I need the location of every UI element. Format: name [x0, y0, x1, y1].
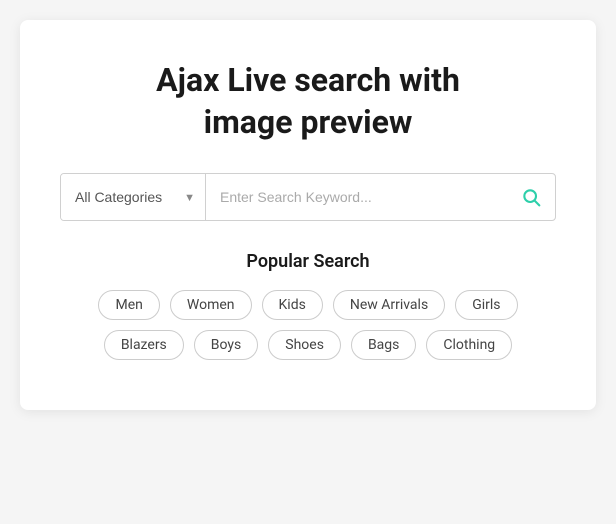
main-card: Ajax Live search with image preview All … — [20, 20, 596, 410]
page-title: Ajax Live search with image preview — [60, 60, 556, 143]
popular-tag[interactable]: New Arrivals — [333, 290, 445, 320]
popular-section: Popular Search Men Women Kids New Arrivals G… — [60, 251, 556, 360]
popular-title: Popular Search — [60, 251, 556, 272]
popular-tag[interactable]: Blazers — [104, 330, 184, 360]
search-button[interactable] — [507, 174, 555, 220]
popular-tag[interactable]: Kids — [262, 290, 323, 320]
popular-tag[interactable]: Women — [170, 290, 252, 320]
popular-tag[interactable]: Boys — [194, 330, 258, 360]
popular-tag[interactable]: Shoes — [268, 330, 341, 360]
search-icon — [521, 187, 541, 207]
category-select[interactable]: All CategoriesMenWomenKidsNew ArrivalsGi… — [75, 189, 178, 205]
popular-tag[interactable]: Girls — [455, 290, 517, 320]
chevron-down-icon: ▼ — [184, 191, 195, 204]
search-bar: All CategoriesMenWomenKidsNew ArrivalsGi… — [60, 173, 556, 221]
popular-tag[interactable]: Clothing — [426, 330, 512, 360]
popular-tag[interactable]: Bags — [351, 330, 416, 360]
category-select-wrapper[interactable]: All CategoriesMenWomenKidsNew ArrivalsGi… — [61, 174, 206, 220]
tags-container: Men Women Kids New Arrivals Girls Blazers Boys… — [60, 290, 556, 360]
popular-tag[interactable]: Men — [98, 290, 159, 320]
search-input[interactable] — [206, 177, 507, 217]
